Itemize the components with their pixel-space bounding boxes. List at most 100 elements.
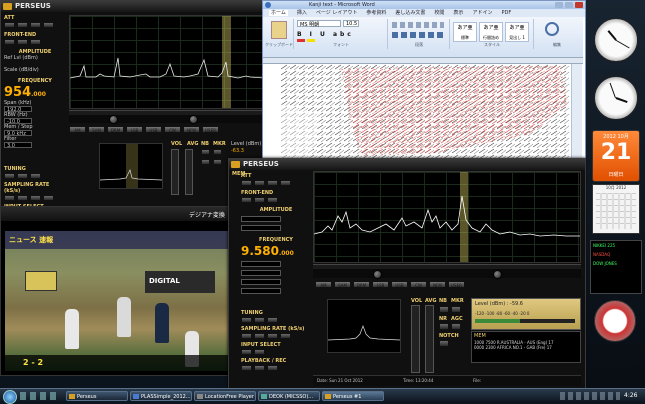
frequency-display[interactable]: 954.000 bbox=[4, 85, 66, 100]
nr-button[interactable] bbox=[201, 159, 210, 165]
filter-display[interactable] bbox=[327, 299, 401, 353]
preselector-button[interactable] bbox=[267, 197, 278, 203]
input-a-button[interactable] bbox=[241, 349, 252, 355]
att-30-button[interactable] bbox=[280, 180, 291, 186]
filter-field[interactable] bbox=[241, 288, 281, 294]
mkr-button[interactable] bbox=[213, 149, 222, 155]
record-button[interactable] bbox=[254, 365, 265, 371]
avg-slider[interactable] bbox=[185, 149, 193, 195]
agc-button[interactable] bbox=[451, 323, 461, 330]
pan-knob[interactable] bbox=[189, 115, 198, 124]
mode-usb-button[interactable]: USB bbox=[145, 126, 162, 133]
input-b-button[interactable] bbox=[254, 349, 265, 355]
ref-level-field[interactable] bbox=[241, 216, 281, 222]
word-title-bar[interactable]: Kanji text - Microsoft Word bbox=[263, 1, 585, 9]
att-30-button[interactable] bbox=[43, 22, 54, 28]
preselector-button[interactable] bbox=[30, 39, 41, 45]
window-title[interactable]: PERSEUS bbox=[1, 1, 269, 12]
sr-500-button[interactable] bbox=[267, 333, 278, 339]
att-0-button[interactable] bbox=[4, 22, 15, 28]
tune-step-button[interactable] bbox=[267, 317, 278, 323]
tab-references[interactable]: 参考資料 bbox=[366, 10, 386, 16]
memory-list[interactable]: MEM 1000 7500 R.AUSTRALIA - AUS (Eng) 17… bbox=[471, 331, 581, 363]
mode-am-button[interactable]: AM bbox=[69, 126, 86, 133]
sr-125-button[interactable] bbox=[4, 195, 15, 201]
window-title[interactable]: PERSEUS bbox=[229, 159, 585, 170]
tune-up-button[interactable] bbox=[17, 173, 28, 179]
volume-slider[interactable] bbox=[171, 149, 179, 195]
sr-1000-button[interactable] bbox=[43, 195, 54, 201]
mode-drm-button[interactable]: DRM bbox=[353, 281, 370, 288]
tune-down-button[interactable] bbox=[241, 317, 252, 323]
taskbar-item-perseus-1[interactable]: Perseus #1 bbox=[322, 391, 384, 401]
scrollbar[interactable] bbox=[69, 115, 265, 124]
style-normal[interactable]: あア亜 標準 bbox=[453, 22, 477, 42]
nb-button[interactable] bbox=[201, 149, 210, 155]
mode-sam-button[interactable]: SAM bbox=[88, 126, 105, 133]
play-button[interactable] bbox=[241, 365, 252, 371]
clock-gadget-1[interactable] bbox=[594, 18, 638, 62]
list-buttons[interactable] bbox=[392, 22, 444, 28]
scale-field[interactable] bbox=[241, 225, 281, 231]
tab-home[interactable]: ホーム bbox=[269, 10, 288, 16]
document-page[interactable] bbox=[281, 64, 569, 158]
dither-button[interactable] bbox=[254, 197, 265, 203]
tab-addins[interactable]: アドイン bbox=[472, 10, 492, 16]
att-20-button[interactable] bbox=[267, 180, 278, 186]
notch-button[interactable] bbox=[439, 340, 449, 347]
sr-250-button[interactable] bbox=[17, 195, 28, 201]
mini-calendar-gadget[interactable]: 10月 2012 bbox=[592, 184, 640, 234]
nr-button[interactable] bbox=[439, 323, 449, 330]
taskbar-item-plassimple[interactable]: PLASSimple_2012... bbox=[130, 391, 192, 401]
word-window[interactable]: Kanji text - Microsoft Word ホーム 挿入 ページ レイア… bbox=[262, 0, 586, 160]
mode-nfm-button[interactable]: NFM bbox=[183, 126, 200, 133]
nb-button[interactable] bbox=[439, 306, 449, 313]
vertical-scrollbar[interactable] bbox=[571, 64, 582, 158]
rbw-field[interactable] bbox=[241, 270, 281, 276]
tab-layout[interactable]: ページ レイアウト bbox=[316, 10, 358, 16]
preamp-button[interactable] bbox=[4, 39, 15, 45]
tab-pdf[interactable]: PDF bbox=[501, 10, 511, 16]
zoom-knob[interactable] bbox=[109, 115, 118, 124]
close-icon[interactable] bbox=[575, 2, 583, 8]
filter-display[interactable] bbox=[99, 143, 163, 189]
step-field[interactable] bbox=[241, 279, 281, 285]
att-0-button[interactable] bbox=[241, 180, 252, 186]
filter-field[interactable]: 3.0 bbox=[4, 142, 32, 149]
perseus-window-2[interactable]: PERSEUS MEM ATT FRONT-END AMPLITUDE FREQ… bbox=[228, 158, 586, 390]
att-10-button[interactable] bbox=[17, 22, 28, 28]
minimize-icon[interactable] bbox=[555, 2, 563, 8]
mode-user-button[interactable]: USER bbox=[448, 281, 465, 288]
memory-line[interactable]: 0000 2300 AFRICA NO.1 - GAB (Fre) 17 bbox=[472, 345, 580, 350]
mode-nfm-button[interactable]: NFM bbox=[429, 281, 446, 288]
scrollbar[interactable] bbox=[313, 269, 581, 279]
quick-launch[interactable] bbox=[20, 392, 60, 400]
zoom-knob[interactable] bbox=[373, 270, 382, 279]
mkr-button[interactable] bbox=[451, 306, 461, 313]
tab-mailings[interactable]: 差し込み文書 bbox=[395, 10, 425, 16]
mode-sam-button[interactable]: SAM bbox=[334, 281, 351, 288]
mode-cw-button[interactable]: CW bbox=[164, 126, 181, 133]
style-heading-1[interactable]: あア亜 見出し 1 bbox=[505, 22, 529, 42]
font-format-buttons[interactable]: B I U abc bbox=[297, 31, 354, 38]
video-title-bar[interactable]: デジアナ変換 bbox=[1, 207, 241, 221]
calendar-gadget[interactable]: 2012 10月 21 日曜日 bbox=[592, 130, 640, 182]
volume-slider[interactable] bbox=[411, 305, 420, 373]
font-size-field[interactable]: 10.5 bbox=[343, 20, 359, 27]
ticker-gadget[interactable]: NIKKEI 225 NASDAQ DOW JONES bbox=[590, 240, 642, 294]
sr-125-button[interactable] bbox=[241, 333, 252, 339]
tune-up-button[interactable] bbox=[254, 317, 265, 323]
taskbar-item-perseus[interactable]: Perseus bbox=[66, 391, 128, 401]
mode-cw-button[interactable]: CW bbox=[410, 281, 427, 288]
pan-knob[interactable] bbox=[493, 270, 502, 279]
find-icon[interactable] bbox=[545, 22, 559, 36]
taskbar-clock[interactable]: 4:26 bbox=[624, 392, 637, 399]
sr-1000-button[interactable] bbox=[280, 333, 291, 339]
tune-down-button[interactable] bbox=[4, 173, 15, 179]
tune-step-button[interactable] bbox=[30, 173, 41, 179]
font-name-field[interactable]: MS 明朝 bbox=[297, 20, 341, 28]
tab-review[interactable]: 校閲 bbox=[434, 10, 444, 16]
cpu-meter-gadget[interactable] bbox=[594, 300, 636, 342]
dither-button[interactable] bbox=[17, 39, 28, 45]
sr-500-button[interactable] bbox=[30, 195, 41, 201]
